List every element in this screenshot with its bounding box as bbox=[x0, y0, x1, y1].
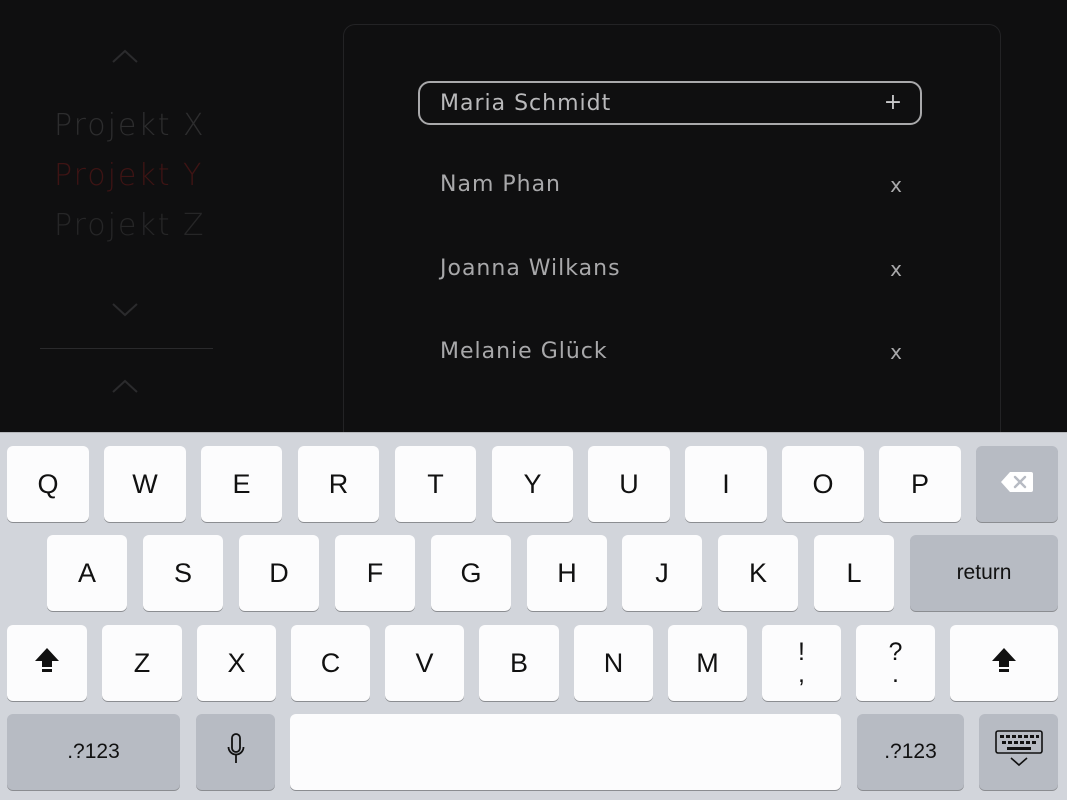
key-bottom-char: . bbox=[892, 660, 899, 688]
dismiss-keyboard-key[interactable] bbox=[979, 714, 1058, 790]
backspace-icon bbox=[1000, 469, 1034, 500]
key-j[interactable]: J bbox=[622, 535, 702, 611]
key-z[interactable]: Z bbox=[102, 625, 182, 701]
key-v[interactable]: V bbox=[385, 625, 464, 701]
key-s[interactable]: S bbox=[143, 535, 223, 611]
space-key[interactable] bbox=[290, 714, 841, 790]
key-g[interactable]: G bbox=[431, 535, 511, 611]
key-y[interactable]: Y bbox=[492, 446, 573, 522]
key-x[interactable]: X bbox=[197, 625, 276, 701]
key-r[interactable]: R bbox=[298, 446, 379, 522]
key-c[interactable]: C bbox=[291, 625, 370, 701]
chevron-up-icon[interactable] bbox=[110, 376, 140, 396]
member-name: Joanna Wilkans bbox=[440, 256, 621, 281]
key-m[interactable]: M bbox=[668, 625, 747, 701]
key-exclamation-comma[interactable]: ! , bbox=[762, 625, 841, 701]
key-f[interactable]: F bbox=[335, 535, 415, 611]
keyboard-dismiss-icon bbox=[994, 729, 1043, 775]
key-l[interactable]: L bbox=[814, 535, 894, 611]
key-w[interactable]: W bbox=[104, 446, 186, 522]
remove-member-button[interactable]: x bbox=[888, 332, 904, 372]
key-n[interactable]: N bbox=[574, 625, 653, 701]
key-k[interactable]: K bbox=[718, 535, 798, 611]
member-row: Joanna Wilkans x bbox=[440, 249, 920, 289]
delete-key[interactable] bbox=[976, 446, 1058, 522]
microphone-icon bbox=[227, 732, 245, 772]
key-d[interactable]: D bbox=[239, 535, 319, 611]
remove-member-button[interactable]: x bbox=[888, 249, 904, 289]
key-i[interactable]: I bbox=[685, 446, 767, 522]
add-member-field[interactable]: + bbox=[418, 81, 922, 125]
return-key[interactable]: return bbox=[910, 535, 1058, 611]
member-row: Nam Phan x bbox=[440, 165, 920, 205]
key-a[interactable]: A bbox=[47, 535, 127, 611]
on-screen-keyboard: Q W E R T Y U I O P A S D F G H J K L re… bbox=[0, 432, 1067, 800]
dictation-key[interactable] bbox=[196, 714, 275, 790]
shift-icon bbox=[990, 646, 1018, 681]
chevron-up-icon[interactable] bbox=[110, 46, 140, 66]
key-h[interactable]: H bbox=[527, 535, 607, 611]
key-p[interactable]: P bbox=[879, 446, 961, 522]
key-bottom-char: , bbox=[798, 660, 805, 688]
shift-key-right[interactable] bbox=[950, 625, 1058, 701]
remove-member-button[interactable]: x bbox=[888, 165, 904, 205]
numbers-key-right[interactable]: .?123 bbox=[857, 714, 964, 790]
divider bbox=[40, 348, 213, 349]
key-u[interactable]: U bbox=[588, 446, 670, 522]
key-e[interactable]: E bbox=[201, 446, 282, 522]
key-b[interactable]: B bbox=[479, 625, 559, 701]
project-picker: Projekt X Projekt Y Projekt Z bbox=[0, 0, 250, 432]
member-row: Melanie Glück x bbox=[440, 332, 920, 372]
member-name: Melanie Glück bbox=[440, 339, 608, 364]
key-t[interactable]: T bbox=[395, 446, 476, 522]
member-name: Nam Phan bbox=[440, 172, 561, 197]
project-item-y[interactable]: Projekt Y bbox=[54, 158, 203, 193]
shift-key-left[interactable] bbox=[7, 625, 87, 701]
key-o[interactable]: O bbox=[782, 446, 864, 522]
numbers-key-left[interactable]: .?123 bbox=[7, 714, 180, 790]
chevron-down-icon[interactable] bbox=[110, 300, 140, 320]
shift-icon bbox=[33, 646, 61, 681]
member-name-input[interactable] bbox=[440, 83, 860, 123]
project-item-z[interactable]: Projekt Z bbox=[54, 208, 206, 243]
add-member-button[interactable]: + bbox=[882, 83, 904, 123]
key-question-period[interactable]: ? . bbox=[856, 625, 935, 701]
key-q[interactable]: Q bbox=[7, 446, 89, 522]
project-item-x[interactable]: Projekt X bbox=[54, 108, 206, 143]
members-panel: + Nam Phan x Joanna Wilkans x Melanie Gl… bbox=[343, 24, 1001, 455]
